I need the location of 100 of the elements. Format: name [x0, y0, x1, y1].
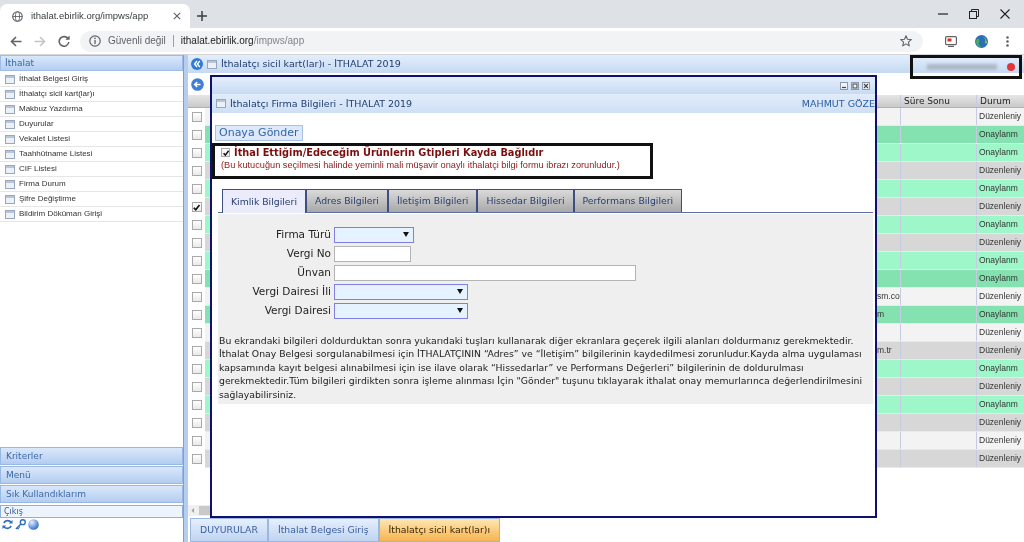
close-icon[interactable] [1000, 9, 1010, 19]
table-cell-text: m.tr [876, 345, 892, 356]
page-tab[interactable]: İthalat Belgesi Giriş [267, 518, 379, 542]
table-cell-text: Düzenleniy [978, 201, 1022, 212]
collapse-icon[interactable] [191, 58, 203, 70]
back-arrow-icon[interactable] [10, 35, 22, 47]
sidebar-item[interactable]: Firma Durum [0, 177, 183, 192]
avatar-icon[interactable] [975, 34, 988, 48]
notice-title: İthal Ettiğim/Edeceğim Ürünlerin Gtipleri Kayda Bağlıdır [234, 147, 544, 159]
check-icon [221, 148, 230, 157]
sidebar-item[interactable]: Taahhütname Listesi [0, 147, 183, 162]
row-checkbox[interactable] [191, 346, 202, 356]
form-tab[interactable]: Hissedar Bilgileri [477, 188, 574, 212]
maximize-icon[interactable] [851, 81, 859, 90]
page-icon [5, 209, 15, 219]
form-tab[interactable]: Adres Bilgileri [306, 188, 388, 212]
row-checkbox[interactable] [191, 238, 202, 248]
screen-icon[interactable] [945, 35, 957, 47]
row-checkbox[interactable] [191, 418, 202, 428]
sidebar-item[interactable]: Bildirim Döküman Girişi [0, 207, 183, 222]
page-icon [5, 74, 15, 84]
row-checkbox[interactable] [191, 328, 202, 338]
browser-tab[interactable]: ithalat.ebirlik.org/impws/app [0, 4, 190, 28]
accordion-header[interactable]: Sık Kullandıklarım [0, 485, 183, 503]
notice-note: (Bu kutucuğun seçilmesi halinde yeminli mali müşavir onaylı ithalatçi bilgi formu ibrazı zorunludur.) [221, 159, 621, 171]
table-cell-text: Düzenleniy [978, 165, 1022, 176]
user-name: MAHMUT GÖZE [801, 97, 875, 110]
globe-icon[interactable] [28, 519, 39, 530]
menu-icon[interactable] [1006, 35, 1009, 47]
star-icon[interactable] [900, 35, 912, 47]
select-field[interactable] [334, 226, 414, 243]
row-checkbox[interactable] [191, 364, 202, 374]
row-checkbox[interactable] [191, 166, 202, 176]
blurred-text [927, 64, 997, 70]
reload-icon[interactable] [58, 35, 70, 47]
page-icon [5, 119, 15, 129]
field-label: Ünvan [296, 266, 332, 280]
table-cell-text: Düzenleniy [978, 111, 1022, 122]
select-field[interactable] [334, 302, 468, 319]
new-tab-icon[interactable] [197, 11, 207, 21]
table-cell-text: Düzenleniy [978, 237, 1022, 248]
table-cell-text: Düzenleniy [978, 435, 1022, 446]
security-label: Güvenli değil [108, 35, 166, 47]
text-field[interactable] [334, 245, 411, 262]
restore-icon[interactable] [969, 9, 979, 19]
key-icon[interactable] [15, 519, 26, 530]
row-checkbox[interactable] [191, 310, 202, 320]
sidebar-item[interactable]: İthalat Belgesi Giriş [0, 72, 183, 87]
page-icon [5, 194, 15, 204]
sidebar-item[interactable]: İthalatçı sicil kart(lar)ı [0, 87, 183, 102]
logout-button[interactable]: Çıkış [0, 505, 183, 518]
row-checkbox[interactable] [191, 436, 202, 446]
row-checkbox[interactable] [191, 202, 202, 212]
minimize-icon[interactable] [840, 81, 848, 90]
accordion-header[interactable]: Kriterler [0, 447, 183, 465]
accordion-header[interactable]: Menü [0, 466, 183, 484]
sidebar-item[interactable]: CIF Listesi [0, 162, 183, 177]
address-bar[interactable]: Güvenli değil ithalat.ebirlik.org/impws/app [80, 30, 923, 52]
row-checkbox[interactable] [191, 130, 202, 140]
help-text: Bu ekrandaki bilgileri doldurduktan sonra yukarıdaki tuşları kullanarak diğer ekranlara geçerek ilgili alanları doldurmanız gerekmektedir. İthalat Onay Belgesi sorgulanabilmesi için İTHALATÇININ “Adres” ve “İletişim” bilgilerinin kaydedilmesi zorunludur.Kayda alma uygulaması kapsamında kayıt belgesi alınabilmesi için ise ilave olarak “Hissedarlar” ve Performans Değerleri” bilgilerinin de doldurulması gerekmektedir.Tüm bilgileri girdikten sonra işleme alınması İçin "Gönder" tuşunu tıklayarak ithalat onay memurlarınca değerlendirilmesini sağlayabilirsiniz. [219, 333, 863, 402]
dialog-title: İthalatçı Firma Bilgileri - İTHALAT 2019 [230, 97, 413, 110]
scrollbar-drawing[interactable] [188, 505, 210, 516]
row-checkbox[interactable] [191, 256, 202, 266]
sidebar-item[interactable]: Vekalet Listesi [0, 132, 183, 147]
page-icon [5, 179, 15, 189]
row-checkbox[interactable] [191, 112, 202, 122]
table-cell-text: Düzenleniy [978, 291, 1022, 302]
table-cell-text: Onaylanm [978, 129, 1018, 140]
refresh-icon[interactable] [2, 519, 13, 530]
text-field[interactable] [334, 264, 636, 281]
sidebar-header: İthalat [0, 55, 183, 71]
field-label: Vergi Dairesi İli [251, 285, 332, 299]
row-checkbox[interactable] [191, 220, 202, 230]
close-icon[interactable] [862, 81, 870, 90]
column-header: Süre Sonu [903, 95, 950, 107]
sidebar-item[interactable]: Duyurular [0, 117, 183, 132]
row-checkbox[interactable] [191, 454, 202, 464]
table-cell-text: Onaylanm [978, 147, 1018, 158]
sidebar-item[interactable]: Makbuz Yazdırma [0, 102, 183, 117]
page-tab[interactable]: DUYURULAR [190, 518, 268, 542]
select-field[interactable] [334, 283, 468, 300]
info-icon[interactable] [89, 35, 101, 47]
row-checkbox[interactable] [191, 292, 202, 302]
page-tab[interactable]: İthalatçı sicil kart(lar)ı [378, 518, 501, 542]
table-cell-text: Düzenleniy [978, 345, 1022, 356]
form-tab[interactable]: Kimlik Bilgileri [222, 188, 306, 213]
form-tab[interactable]: İletişim Bilgileri [387, 188, 478, 212]
row-checkbox[interactable] [191, 274, 202, 284]
send-button[interactable]: Onaya Gönder [215, 125, 303, 141]
table-cell-text: Düzenleniy [978, 453, 1022, 464]
row-checkbox[interactable] [191, 400, 202, 410]
close-icon[interactable] [173, 12, 181, 20]
row-checkbox[interactable] [191, 382, 202, 392]
page-icon [5, 164, 15, 174]
notice-checkbox[interactable] [221, 148, 230, 158]
form-tab[interactable]: Performans Bilgileri [573, 188, 683, 212]
sidebar-item[interactable]: Şifre Değiştirme [0, 192, 183, 207]
row-checkbox[interactable] [191, 184, 202, 194]
row-checkbox[interactable] [191, 148, 202, 158]
arrow-circle-icon[interactable] [191, 77, 204, 91]
